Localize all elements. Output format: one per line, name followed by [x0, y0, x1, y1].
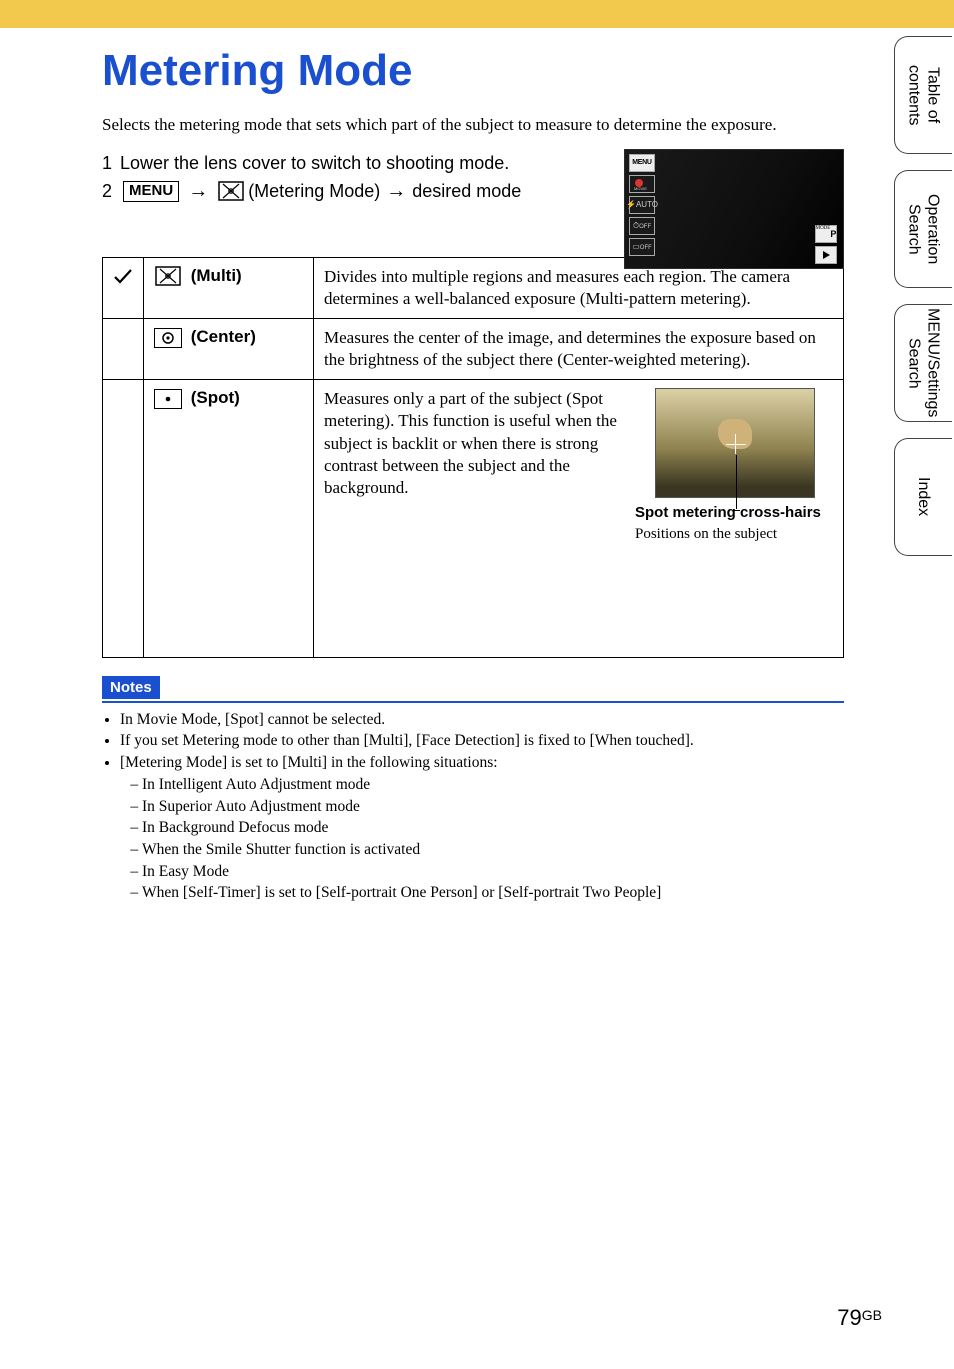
arrow-icon: →: [386, 180, 406, 203]
notes-item: In Movie Mode, [Spot] cannot be selected…: [120, 709, 844, 731]
notes-item: If you set Metering mode to other than […: [120, 730, 844, 752]
notes-section: Notes In Movie Mode, [Spot] cannot be se…: [102, 676, 844, 904]
spot-label: (Spot): [191, 388, 240, 407]
menu-button-icon: MENU: [123, 181, 179, 202]
notes-subitem: In Intelligent Auto Adjustment mode: [142, 774, 844, 796]
notes-subitem: In Superior Auto Adjustment mode: [142, 796, 844, 818]
spot-desc: Measures only a part of the subject (Spo…: [324, 388, 629, 498]
lcd-playback-icon: [815, 246, 837, 264]
tab-table-of-contents[interactable]: Table of contents: [894, 36, 952, 154]
step-2-label: (Metering Mode): [248, 181, 380, 202]
modes-table: (Multi) Divides into multiple regions an…: [102, 257, 844, 658]
arrow-icon: →: [188, 180, 208, 203]
tab-operation-search[interactable]: Operation Search: [894, 170, 952, 288]
step-2-tail: desired mode: [412, 181, 521, 202]
svg-text:MOVIE: MOVIE: [634, 186, 647, 190]
notes-subitem: When the Smile Shutter function is activ…: [142, 839, 844, 861]
default-check-icon: [103, 257, 144, 318]
lcd-mode-p-icon: MODEP: [815, 225, 837, 243]
center-desc: Measures the center of the image, and de…: [314, 319, 844, 380]
spot-subcaption: Positions on the subject: [635, 525, 835, 545]
spot-mode-cell: (Spot): [144, 380, 314, 657]
tab-menu-settings-search[interactable]: MENU/Settings Search: [894, 304, 952, 422]
lcd-selftimer-icon: ⏱OFF: [629, 217, 655, 235]
notes-badge: Notes: [102, 676, 160, 699]
table-row-spot: (Spot) Measures only a part of the subje…: [103, 380, 844, 657]
notes-item: [Metering Mode] is set to [Multi] in the…: [120, 752, 844, 904]
metering-center-icon: [154, 328, 182, 348]
page-number: 79GB: [837, 1305, 882, 1331]
lcd-drive-icon: ▭OFF: [629, 238, 655, 256]
lcd-flash-icon: ⚡AUTO: [629, 196, 655, 214]
notes-subitem: When [Self-Timer] is set to [Self-portra…: [142, 882, 844, 904]
metering-spot-icon: [154, 389, 182, 409]
page-title: Metering Mode: [102, 46, 844, 96]
intro-text: Selects the metering mode that sets whic…: [102, 114, 844, 137]
center-label: (Center): [191, 327, 256, 346]
step-2-num: 2: [102, 181, 112, 202]
notes-subitem: In Background Defocus mode: [142, 817, 844, 839]
lcd-screenshot: MENU MOVIE ⚡AUTO ⏱OFF ▭OFF MODEP: [624, 149, 844, 269]
metering-multi-icon: [154, 266, 182, 286]
step-1-num: 1: [102, 153, 112, 174]
tab-index[interactable]: Index: [894, 438, 952, 556]
steps: 1 Lower the lens cover to switch to shoo…: [102, 153, 844, 203]
step-1-text: Lower the lens cover to switch to shooti…: [120, 153, 509, 174]
center-mode-cell: (Center): [144, 319, 314, 380]
metering-multi-icon: [218, 181, 244, 201]
side-tabs: Table of contents Operation Search MENU/…: [894, 36, 954, 572]
top-accent-bar: [0, 0, 954, 28]
lcd-menu-icon: MENU: [629, 154, 655, 172]
multi-mode-cell: (Multi): [144, 257, 314, 318]
spot-metering-illustration: [655, 388, 815, 498]
table-row-center: (Center) Measures the center of the imag…: [103, 319, 844, 380]
spot-figure: Spot metering cross-hairs Positions on t…: [635, 388, 835, 544]
notes-subitem: In Easy Mode: [142, 861, 844, 883]
lcd-movie-icon: MOVIE: [629, 175, 655, 193]
multi-label: (Multi): [191, 266, 242, 285]
spot-caption: Spot metering cross-hairs: [635, 504, 835, 523]
